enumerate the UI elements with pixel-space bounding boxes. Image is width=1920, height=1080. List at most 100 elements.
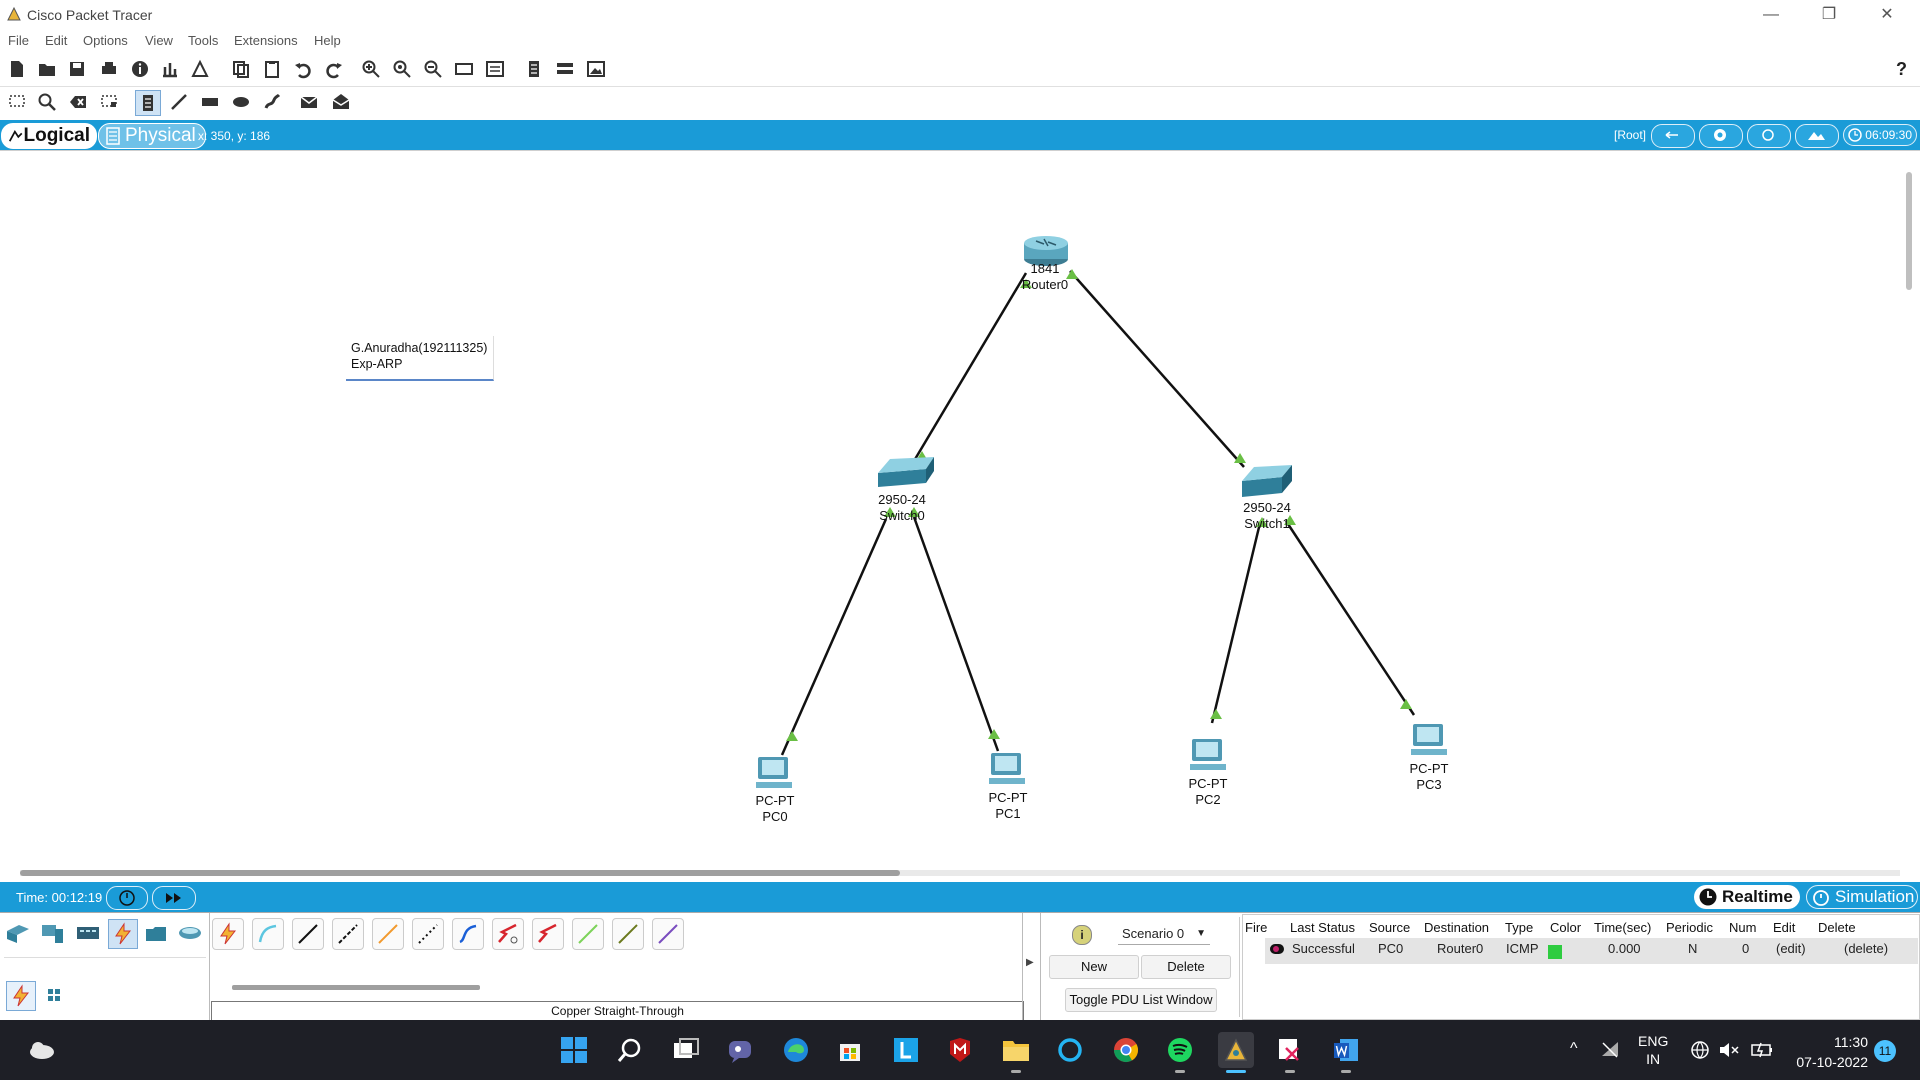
battery-icon[interactable] — [1750, 1040, 1774, 1063]
power-cycle-button[interactable] — [106, 886, 148, 910]
search-icon[interactable] — [612, 1032, 648, 1068]
cable-usb-icon[interactable] — [652, 918, 684, 950]
cable-phone-icon[interactable] — [412, 918, 444, 950]
inspect-icon[interactable] — [35, 90, 59, 114]
vertical-scrollbar[interactable] — [1906, 172, 1912, 290]
menu-view[interactable]: View — [145, 33, 173, 48]
weather-icon[interactable] — [24, 1032, 60, 1068]
cable-coaxial-icon[interactable] — [452, 918, 484, 950]
table-row[interactable] — [1265, 938, 1918, 964]
paste-icon[interactable] — [260, 57, 284, 81]
draw-line-icon[interactable] — [167, 90, 191, 114]
network-devices-category-icon[interactable] — [4, 919, 32, 947]
teams-chat-icon[interactable] — [722, 1032, 758, 1068]
logical-workspace[interactable] — [0, 150, 1920, 883]
cable-iot-icon[interactable] — [612, 918, 644, 950]
cable-serial-dte-icon[interactable] — [532, 918, 564, 950]
clock-button[interactable]: 06:09:30 — [1843, 124, 1917, 146]
root-breadcrumb[interactable]: [Root] — [1614, 128, 1646, 142]
multiuser-category-icon[interactable] — [176, 919, 204, 947]
save-icon[interactable] — [65, 57, 89, 81]
new-cluster-button[interactable] — [1747, 124, 1791, 148]
info-icon[interactable] — [128, 57, 152, 81]
packet-tracer-icon[interactable] — [1218, 1032, 1254, 1068]
globe-icon[interactable] — [1690, 1040, 1710, 1063]
device-router0[interactable]: 1841 Router0 — [1010, 261, 1080, 293]
show-hidden-icons-icon[interactable]: ^ — [1570, 1040, 1578, 1058]
delete-scenario-button[interactable]: Delete — [1141, 955, 1231, 979]
custom-device-icon[interactable] — [188, 57, 212, 81]
cortana-icon[interactable] — [1052, 1032, 1088, 1068]
workspace-note[interactable]: G.Anuradha(192111325) Exp-ARP — [346, 336, 494, 381]
system-clock[interactable]: 11:30 07-10-2022 — [1776, 1032, 1868, 1072]
horizontal-scrollbar[interactable] — [20, 870, 900, 876]
drawing-palette-icon[interactable] — [452, 57, 476, 81]
collapse-arrow-icon[interactable]: ▶ — [1026, 957, 1034, 968]
miscellaneous-category-icon[interactable] — [142, 919, 170, 947]
word-icon[interactable] — [1328, 1032, 1364, 1068]
cable-octal-icon[interactable] — [572, 918, 604, 950]
components-category-icon[interactable] — [74, 919, 102, 947]
activity-wizard-icon[interactable] — [158, 57, 182, 81]
restore-button[interactable]: ❐ — [1800, 0, 1858, 30]
menu-file[interactable]: File — [8, 33, 29, 48]
device-pc2[interactable]: PC-PT PC2 — [1173, 776, 1243, 808]
menu-options[interactable]: Options — [83, 33, 128, 48]
pdu-edit-link[interactable]: (edit) — [1776, 941, 1806, 956]
l-app-icon[interactable] — [888, 1032, 924, 1068]
menu-help[interactable]: Help — [314, 33, 341, 48]
menu-extensions[interactable]: Extensions — [234, 33, 298, 48]
scenario-info-icon[interactable]: i — [1072, 925, 1092, 945]
tab-logical[interactable]: Logical — [1, 123, 97, 149]
custom-devices-dialog-icon[interactable] — [483, 57, 507, 81]
cable-fiber-icon[interactable] — [372, 918, 404, 950]
open-folder-icon[interactable] — [35, 57, 59, 81]
fast-forward-button[interactable] — [152, 886, 196, 910]
draw-rectangle-icon[interactable] — [198, 90, 222, 114]
viewport-button[interactable] — [1699, 124, 1743, 148]
scenario-select[interactable]: Scenario 0 ▼ — [1118, 923, 1210, 945]
cable-scrollbar[interactable] — [232, 985, 480, 990]
notification-badge[interactable]: 11 — [1874, 1040, 1896, 1062]
snipping-tool-icon[interactable] — [1272, 1032, 1308, 1068]
fire-pdu-icon[interactable] — [1270, 944, 1284, 954]
undo-icon[interactable] — [291, 57, 315, 81]
delete-icon[interactable] — [66, 90, 90, 114]
cable-copper-straight-icon[interactable] — [292, 918, 324, 950]
draw-ellipse-icon[interactable] — [229, 90, 253, 114]
connections-category-icon[interactable] — [108, 919, 138, 949]
device-template-icon[interactable] — [553, 57, 577, 81]
edge-icon[interactable] — [778, 1032, 814, 1068]
device-switch1[interactable]: 2950-24 Switch1 — [1232, 500, 1302, 532]
grid-view-icon[interactable] — [40, 981, 68, 1009]
back-button[interactable] — [1651, 124, 1695, 148]
task-view-icon[interactable] — [668, 1032, 704, 1068]
add-simple-pdu-icon[interactable] — [297, 90, 321, 114]
zoom-in-icon[interactable] — [359, 57, 383, 81]
windows-start-icon[interactable] — [556, 1032, 592, 1068]
zoom-reset-icon[interactable] — [390, 57, 414, 81]
toggle-pdu-list-button[interactable]: Toggle PDU List Window — [1065, 988, 1217, 1012]
minimize-button[interactable]: — — [1742, 0, 1800, 30]
cable-automatic-icon[interactable] — [212, 918, 244, 950]
file-explorer-icon[interactable] — [998, 1032, 1034, 1068]
screenshot-icon[interactable] — [584, 57, 608, 81]
tab-physical[interactable]: Physical — [98, 123, 206, 149]
select-icon[interactable] — [5, 90, 29, 114]
new-scenario-button[interactable]: New — [1049, 955, 1139, 979]
realtime-mode-button[interactable]: Realtime — [1694, 885, 1800, 909]
copy-icon[interactable] — [229, 57, 253, 81]
device-pc0[interactable]: PC-PT PC0 — [740, 793, 810, 825]
connections-subcategory-icon[interactable] — [6, 981, 36, 1011]
pdu-delete-link[interactable]: (delete) — [1844, 941, 1888, 956]
device-pc1[interactable]: PC-PT PC1 — [973, 790, 1043, 822]
notes-icon[interactable] — [522, 57, 546, 81]
end-devices-category-icon[interactable] — [38, 919, 66, 947]
place-note-icon[interactable] — [135, 90, 161, 116]
resize-icon[interactable] — [97, 90, 121, 114]
device-pc3[interactable]: PC-PT PC3 — [1394, 761, 1464, 793]
new-file-icon[interactable] — [5, 57, 29, 81]
zoom-out-icon[interactable] — [421, 57, 445, 81]
menu-edit[interactable]: Edit — [45, 33, 67, 48]
chrome-icon[interactable] — [1108, 1032, 1144, 1068]
